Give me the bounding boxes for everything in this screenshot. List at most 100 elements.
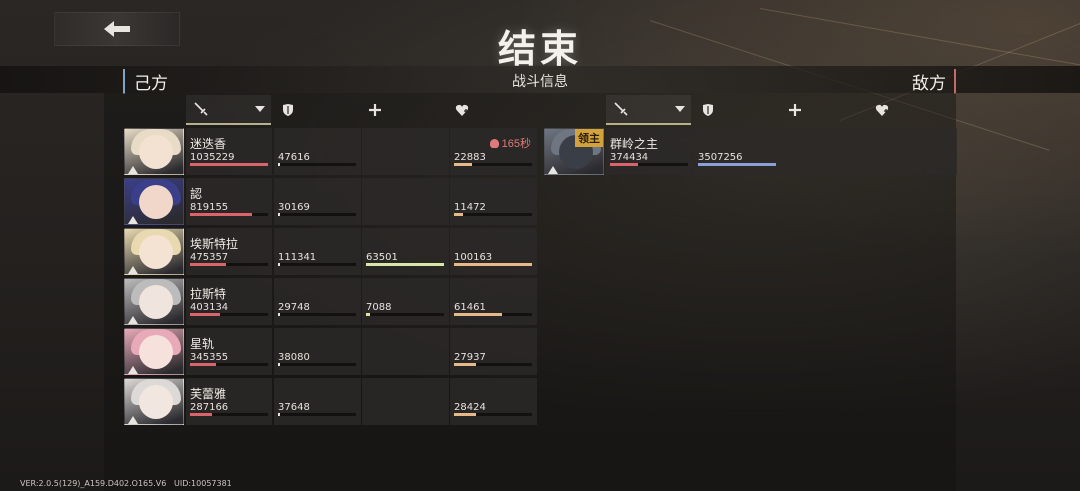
heart-plus-icon	[455, 104, 469, 116]
sort-taken-tab[interactable]	[273, 95, 358, 125]
taken-value: 3507256	[698, 152, 743, 163]
ally-row[interactable]: 芙蕾雅 287166 37648 28424	[124, 378, 537, 425]
sort-damage-tab[interactable]	[186, 95, 271, 125]
damage-bar-fill	[610, 163, 639, 166]
taken-bar	[278, 413, 356, 416]
shield-bar	[454, 363, 532, 366]
shield-icon	[283, 104, 293, 116]
unit-name: 群岭之主	[610, 137, 659, 151]
taken-cell: 47616	[274, 128, 361, 175]
damage-bar	[190, 163, 268, 166]
shield-cell: 100163	[450, 228, 537, 275]
enemy-sort-shield-tab[interactable]	[867, 95, 952, 125]
unit-name: 拉斯特	[190, 287, 227, 301]
enemy-row[interactable]: 领主 群岭之主 374434 3507256	[544, 128, 957, 175]
damage-value: 403134	[190, 302, 229, 313]
class-icon	[127, 162, 139, 174]
portrait-face	[139, 135, 173, 169]
heal-bar-fill	[366, 313, 370, 316]
taken-value: 38080	[278, 352, 310, 363]
enemy-sort-heal-tab[interactable]	[780, 95, 865, 125]
class-icon	[547, 162, 559, 174]
ally-row[interactable]: 迷迭香 1035229 47616 165秒 22883	[124, 128, 537, 175]
taken-cell: 111341	[274, 228, 361, 275]
shield-bar	[454, 163, 532, 166]
section-band: 己方 战斗信息 敌方	[0, 66, 1080, 94]
shield-bar-fill	[454, 413, 476, 416]
taken-cell: 30169	[274, 178, 361, 225]
ally-row[interactable]: 星轨 345355 38080 27937	[124, 328, 537, 375]
plus-icon	[789, 104, 801, 116]
damage-bar	[190, 213, 268, 216]
portrait	[124, 278, 184, 325]
taken-bar-fill	[278, 363, 280, 366]
shield-cell: 165秒 22883	[450, 128, 537, 175]
damage-bar-fill	[190, 313, 221, 316]
unit-name: 迷迭香	[190, 137, 227, 151]
portrait	[124, 228, 184, 275]
shield-bar	[454, 413, 532, 416]
shield-bar-fill	[454, 263, 532, 266]
ally-row[interactable]: 埃斯特拉 475357 111341 63501 100163	[124, 228, 537, 275]
heal-cell	[362, 328, 449, 375]
taken-value: 37648	[278, 402, 310, 413]
portrait-face	[139, 285, 173, 319]
portrait: 领主	[544, 128, 604, 175]
heal-cell: 7088	[362, 278, 449, 325]
portrait-face	[139, 185, 173, 219]
sword-icon	[194, 102, 208, 116]
class-icon	[127, 412, 139, 424]
taken-bar	[278, 313, 356, 316]
shield-value: 11472	[454, 202, 486, 213]
heal-value: 7088	[366, 302, 392, 313]
damage-value: 345355	[190, 352, 229, 363]
shield-bar	[454, 313, 532, 316]
shield-cell: 11472	[450, 178, 537, 225]
portrait-face	[139, 235, 173, 269]
shield-icon	[703, 104, 713, 116]
ally-row[interactable]: 拉斯特 403134 29748 7088 61461	[124, 278, 537, 325]
taken-bar-fill	[278, 163, 280, 166]
uid-text: UID:10057381	[173, 479, 232, 488]
damage-cell: 埃斯特拉 475357	[186, 228, 272, 275]
taken-bar	[278, 213, 356, 216]
heal-cell	[362, 378, 449, 425]
unit-name: 認	[190, 187, 203, 201]
sort-heal-tab[interactable]	[360, 95, 445, 125]
shield-bar	[454, 213, 532, 216]
taken-bar	[698, 163, 776, 166]
version-text: VER:2.0.5(129)_A159.D402.O165.V6	[20, 479, 167, 488]
shield-bar-fill	[454, 313, 502, 316]
shield-value: 27937	[454, 352, 486, 363]
damage-bar	[610, 163, 688, 166]
sort-shield-tab[interactable]	[447, 95, 532, 125]
shield-value: 28424	[454, 402, 486, 413]
taken-bar	[278, 263, 356, 266]
taken-cell: 37648	[274, 378, 361, 425]
taken-cell: 38080	[274, 328, 361, 375]
damage-bar-fill	[190, 263, 226, 266]
damage-cell: 群岭之主 374434	[606, 128, 692, 175]
taken-bar-fill	[278, 313, 280, 316]
damage-cell: 星轨 345355	[186, 328, 272, 375]
class-icon	[127, 262, 139, 274]
taken-value: 47616	[278, 152, 310, 163]
chevron-down-icon	[675, 106, 685, 112]
damage-bar	[190, 313, 268, 316]
ally-row[interactable]: 認 819155 30169 11472	[124, 178, 537, 225]
damage-bar-fill	[190, 213, 252, 216]
taken-cell: 29748	[274, 278, 361, 325]
heal-bar	[366, 263, 444, 266]
taken-bar	[278, 163, 356, 166]
footer: VER:2.0.5(129)_A159.D402.O165.V6 UID:100…	[20, 479, 232, 488]
sword-icon	[614, 102, 628, 116]
portrait-face	[139, 385, 173, 419]
enemy-sort-damage-tab[interactable]	[606, 95, 691, 125]
damage-bar	[190, 363, 268, 366]
heal-cell: 63501	[362, 228, 449, 275]
shield-cell: 61461	[450, 278, 537, 325]
enemy-sort-taken-tab[interactable]	[693, 95, 778, 125]
shield-value: 22883	[454, 152, 486, 163]
taken-value: 111341	[278, 252, 317, 263]
shield-cell: 28424	[450, 378, 537, 425]
